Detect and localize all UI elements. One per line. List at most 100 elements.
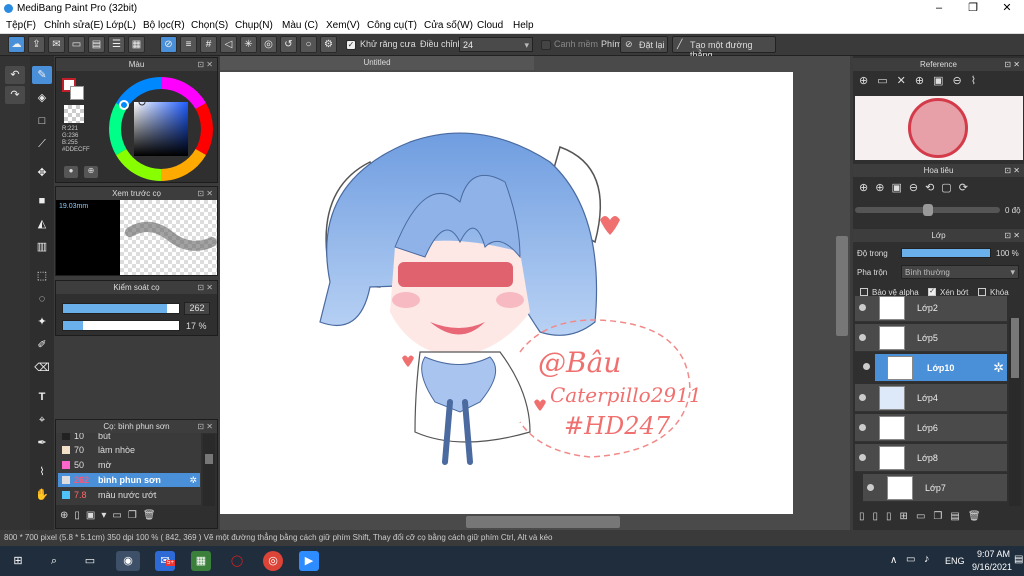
layer-row[interactable]: Lớp5 <box>855 324 1007 352</box>
menu-layer[interactable]: Lớp(L) <box>106 20 136 31</box>
eyedropper-icon[interactable]: ⌇ <box>971 75 985 87</box>
bucket-tool-icon[interactable]: ◭ <box>32 215 52 233</box>
eye-icon[interactable] <box>859 424 866 431</box>
rotate-icon[interactable]: ⟲ <box>925 182 941 194</box>
menu-help[interactable]: Help <box>513 20 534 31</box>
close-icon[interactable]: ⊡ ✕ <box>1004 229 1020 242</box>
volume-icon[interactable]: ♪ <box>924 553 930 565</box>
eye-icon[interactable] <box>867 484 874 491</box>
layer-row[interactable]: Lớp8 <box>855 444 1007 472</box>
close-icon[interactable]: ⊡ ✕ <box>197 187 213 200</box>
reset-button[interactable]: ⊘ Đặt lại <box>620 36 668 53</box>
comment-icon[interactable]: ▭ <box>68 36 85 53</box>
menu-window[interactable]: Cửa số(W) <box>424 20 473 31</box>
transparent-swatch[interactable] <box>64 105 84 123</box>
new-layer-icon[interactable]: ▯ <box>859 511 873 522</box>
search-icon[interactable]: ⌕ <box>44 551 64 571</box>
tray-chevron-icon[interactable]: ∧ <box>890 555 897 566</box>
excel-app-icon[interactable]: ▦ <box>191 551 211 571</box>
redo-icon[interactable]: ↷ <box>5 86 25 104</box>
folder-icon[interactable]: ▭ <box>916 511 933 522</box>
eye-icon[interactable] <box>859 394 866 401</box>
close-icon[interactable]: ⊡ ✕ <box>197 58 213 71</box>
horizontal-scrollbar[interactable] <box>466 516 620 528</box>
layer-row[interactable]: Lớp6 <box>855 414 1007 442</box>
select-pen-tool-icon[interactable]: ✐ <box>32 336 52 354</box>
fill-rect-tool-icon[interactable]: ■ <box>32 192 52 210</box>
close-icon[interactable]: ⊡ ✕ <box>197 281 213 294</box>
layer-opacity-slider[interactable] <box>901 248 991 258</box>
new-page-icon[interactable]: ▯ <box>873 511 887 522</box>
eye-icon[interactable] <box>859 454 866 461</box>
medibang-app-icon[interactable]: ◉ <box>116 551 140 571</box>
circle-snap-icon[interactable]: ◎ <box>260 36 277 53</box>
fit-icon[interactable]: ▣ <box>891 182 908 194</box>
zoom-in-icon[interactable]: ⊕ <box>859 182 875 194</box>
list-icon[interactable]: ☰ <box>108 36 125 53</box>
document-icon[interactable]: ▤ <box>88 36 105 53</box>
curve-snap-icon[interactable]: ↺ <box>280 36 297 53</box>
folder-icon[interactable]: ▭ <box>112 510 127 521</box>
fit-icon[interactable]: ▣ <box>933 75 952 87</box>
menu-cloud[interactable]: Cloud <box>477 20 503 31</box>
menu-filter[interactable]: Bộ lọc(R) <box>143 20 185 31</box>
layer-row[interactable]: Lớp2 <box>855 296 1007 322</box>
settings-icon[interactable]: ⚙ <box>320 36 337 53</box>
list-item[interactable]: 7.8 màu nước ướt <box>58 488 200 502</box>
menu-select[interactable]: Chọn(S) <box>191 20 228 31</box>
gear-icon[interactable]: ✲ <box>993 360 1004 376</box>
menu-snap[interactable]: Chụp(N) <box>235 20 273 31</box>
close-icon[interactable]: ⊡ ✕ <box>197 420 213 433</box>
list-item[interactable]: 70 làm nhòe <box>58 443 200 457</box>
gear-icon[interactable]: ✲ <box>189 473 197 487</box>
menu-edit[interactable]: Chỉnh sửa(E) <box>44 20 104 31</box>
folder-icon[interactable]: ▭ <box>877 75 896 87</box>
line-tool-icon[interactable]: ⟋ <box>32 135 52 153</box>
globe-icon[interactable]: ⊕ <box>859 75 877 87</box>
duplicate-icon[interactable]: ❐ <box>933 511 950 522</box>
notifications-icon[interactable]: ▤ <box>1014 554 1023 565</box>
windows-start-icon[interactable]: ⊞ <box>8 551 28 571</box>
antialias-checkbox[interactable]: ✓ <box>346 40 356 50</box>
zoom-out-icon[interactable]: ⊖ <box>952 75 970 87</box>
grid-icon[interactable]: ▦ <box>128 36 145 53</box>
flip-icon[interactable]: ⟳ <box>959 182 975 194</box>
eyedropper-tool-icon[interactable]: ⌇ <box>32 463 52 481</box>
eye-icon[interactable] <box>859 334 866 341</box>
select-eraser-tool-icon[interactable]: ⌫ <box>32 359 52 377</box>
chrome-app-icon[interactable]: ◎ <box>263 551 283 571</box>
copy-layer-icon[interactable]: ▯ <box>886 511 900 522</box>
zoom-plus-icon[interactable]: ⊕ <box>875 182 891 194</box>
opera-app-icon[interactable]: ◯ <box>227 551 247 571</box>
zoom-app-icon[interactable]: ▶ <box>299 551 319 571</box>
eraser-tool-icon[interactable]: ◈ <box>32 89 52 107</box>
radial-snap-icon[interactable]: ✳ <box>240 36 257 53</box>
pen-tool-icon[interactable]: ✒ <box>32 434 52 452</box>
hand-tool-icon[interactable]: ✋ <box>32 486 52 504</box>
network-icon[interactable]: ▭ <box>906 554 915 565</box>
color-wheel[interactable] <box>108 76 214 182</box>
clipping-checkbox[interactable]: ✓ <box>928 288 936 296</box>
vertical-scrollbar[interactable] <box>836 236 848 336</box>
task-view-icon[interactable]: ▭ <box>80 551 100 571</box>
layer-scrollbar[interactable] <box>1009 318 1021 506</box>
undo-icon[interactable]: ↶ <box>5 66 25 84</box>
protect-alpha-checkbox[interactable] <box>860 288 868 296</box>
brush-opacity-slider[interactable] <box>62 320 180 331</box>
maximize-button[interactable]: ❐ <box>956 0 990 17</box>
chat-icon[interactable]: ✉ <box>48 36 65 53</box>
eye-icon[interactable] <box>863 363 870 370</box>
list-item-selected[interactable]: 262 bình phun sơn ✲ <box>58 473 200 487</box>
share-icon[interactable]: ⇪ <box>28 36 45 53</box>
brush-size-slider[interactable] <box>62 303 180 314</box>
layer-row[interactable]: Lớp7 <box>863 474 1007 502</box>
cloud-icon[interactable]: ☁ <box>8 36 25 53</box>
menu-tools[interactable]: Công cụ(T) <box>367 20 417 31</box>
select-tool-icon[interactable]: ⬚ <box>32 267 52 285</box>
copy-icon[interactable]: ❐ <box>128 510 143 521</box>
canvas[interactable]: @Bâu Caterpillo2911 #HD247 <box>220 72 793 514</box>
close-button[interactable]: ✕ <box>990 0 1024 17</box>
magic-wand-tool-icon[interactable]: ✦ <box>32 313 52 331</box>
layer-row-selected[interactable]: Lớp10 ✲ <box>863 354 1007 382</box>
background-color-swatch[interactable] <box>70 86 84 100</box>
